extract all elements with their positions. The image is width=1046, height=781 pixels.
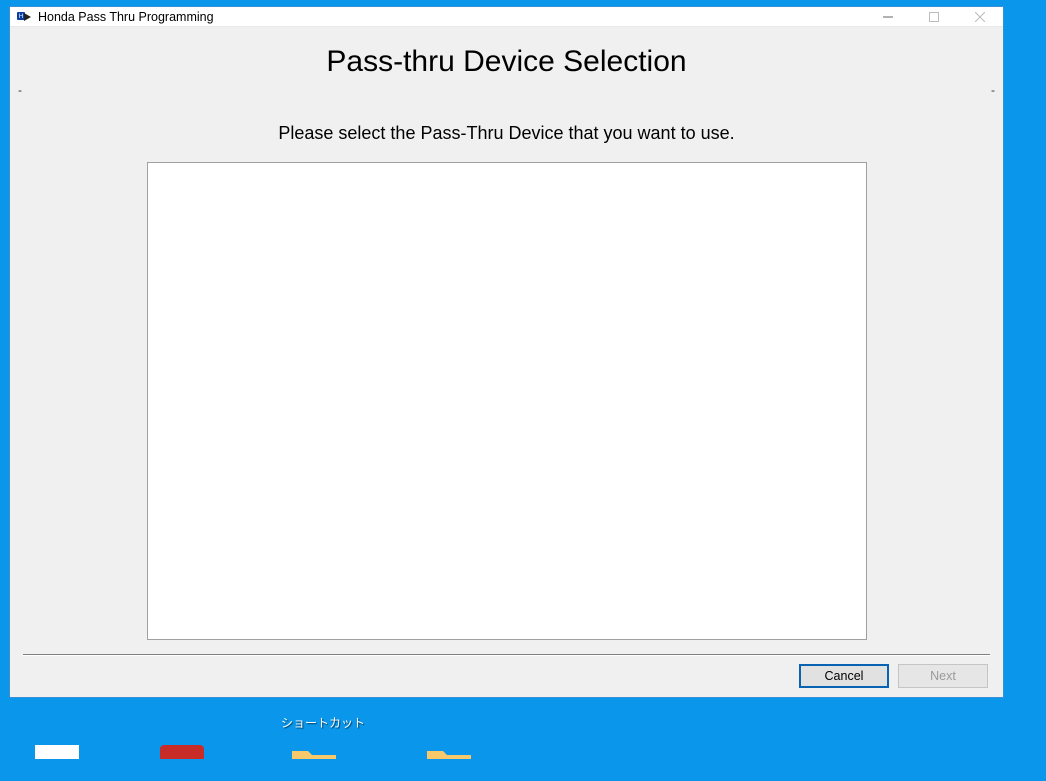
minimize-button[interactable] bbox=[865, 7, 911, 26]
app-body: Pass-thru Device Selection - - Please se… bbox=[10, 27, 1003, 697]
window-controls bbox=[865, 7, 1003, 26]
device-listbox[interactable] bbox=[147, 162, 867, 640]
dash-left: - bbox=[18, 83, 22, 97]
svg-text:H: H bbox=[19, 14, 23, 20]
titlebar: H Honda Pass Thru Programming bbox=[10, 7, 1003, 27]
titlebar-left: H Honda Pass Thru Programming bbox=[10, 9, 865, 25]
button-row: Cancel Next bbox=[16, 656, 997, 697]
desktop-item-red[interactable] bbox=[160, 745, 204, 759]
desktop-folder-icon[interactable] bbox=[290, 745, 338, 781]
maximize-button bbox=[911, 7, 957, 26]
instruction-text: Please select the Pass-Thru Device that … bbox=[16, 123, 997, 144]
page-title: Pass-thru Device Selection bbox=[16, 45, 997, 79]
desktop-item-white[interactable] bbox=[35, 745, 79, 759]
application-window: H Honda Pass Thru Programming Pass-thru … bbox=[9, 6, 1004, 698]
dash-row: - - bbox=[16, 83, 997, 97]
cancel-button[interactable]: Cancel bbox=[799, 664, 889, 688]
app-icon: H bbox=[16, 9, 32, 25]
dash-right: - bbox=[991, 83, 995, 97]
desktop-folder-icon[interactable] bbox=[425, 745, 473, 781]
close-button bbox=[957, 7, 1003, 26]
next-button: Next bbox=[898, 664, 988, 688]
window-title: Honda Pass Thru Programming bbox=[38, 10, 214, 24]
desktop-shortcut-label: ショートカット bbox=[281, 714, 365, 731]
